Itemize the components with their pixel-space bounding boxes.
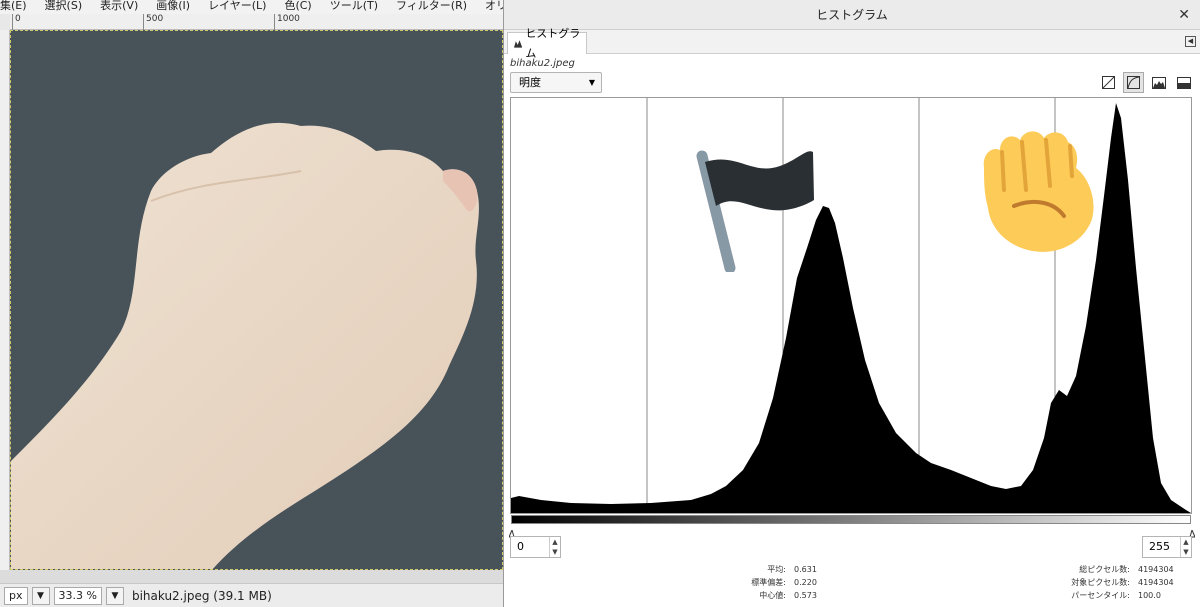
menu-colors[interactable]: 色(C) bbox=[284, 0, 311, 14]
log-icon bbox=[1127, 76, 1140, 89]
horizontal-ruler[interactable]: 0 500 1000 bbox=[10, 14, 503, 30]
zoom-field[interactable]: 33.3 % bbox=[53, 586, 102, 605]
channel-value: 明度 bbox=[519, 76, 541, 89]
menu-edit[interactable]: 集(E) bbox=[0, 0, 27, 14]
stat-total-pixels-value: 4194304 bbox=[1138, 565, 1174, 574]
menubar: 集(E) 選択(S) 表示(V) 画像(I) レイヤー(L) 色(C) ツール(… bbox=[0, 0, 505, 14]
raised-fist-icon bbox=[983, 131, 1094, 252]
stat-stddev-value: 0.220 bbox=[794, 578, 817, 587]
black-flag-icon bbox=[696, 150, 814, 272]
stat-percentile-label: パーセンタイル: bbox=[1071, 591, 1130, 600]
chevron-down-icon[interactable]: ▼ bbox=[31, 586, 50, 605]
menu-image[interactable]: 画像(I) bbox=[156, 0, 190, 14]
range-end-spinner[interactable]: 255 ▲ ▼ bbox=[1142, 536, 1192, 558]
ruler-tick: 1000 bbox=[274, 14, 300, 30]
histogram-display-icon bbox=[1151, 76, 1166, 89]
unit-select[interactable]: px bbox=[4, 586, 28, 605]
stat-count-value: 4194304 bbox=[1138, 578, 1174, 587]
stat-median-value: 0.573 bbox=[794, 591, 817, 600]
stat-median-label: 中心値: bbox=[759, 591, 786, 600]
ruler-tick: 0 bbox=[12, 14, 21, 30]
menu-view[interactable]: 表示(V) bbox=[100, 0, 138, 14]
log-scale-button[interactable] bbox=[1123, 72, 1144, 93]
dialog-title: ヒストグラム bbox=[816, 8, 888, 22]
chevron-down-icon: ▼ bbox=[588, 78, 595, 87]
range-handles bbox=[508, 528, 1196, 538]
menu-original[interactable]: オリジナル bbox=[485, 0, 505, 14]
stacked-histogram-icon bbox=[1176, 76, 1191, 89]
ruler-tick: 500 bbox=[143, 14, 163, 30]
layers-button[interactable] bbox=[1173, 72, 1194, 93]
close-icon[interactable]: ✕ bbox=[1178, 0, 1190, 30]
stat-stddev-label: 標準偏差: bbox=[751, 578, 786, 587]
linear-icon bbox=[1102, 76, 1115, 89]
menu-layer[interactable]: レイヤー(L) bbox=[208, 0, 266, 14]
menu-tools[interactable]: ツール(T) bbox=[330, 0, 378, 14]
image-name: bihaku2.jpeg bbox=[510, 58, 575, 69]
vertical-ruler[interactable] bbox=[0, 30, 10, 570]
spinner-arrows-icon[interactable]: ▲ ▼ bbox=[549, 537, 560, 557]
linear-scale-button[interactable] bbox=[1098, 72, 1119, 93]
file-info: bihaku2.jpeg (39.1 MB) bbox=[131, 588, 272, 603]
range-start-value: 0 bbox=[517, 540, 524, 553]
range-end-value: 255 bbox=[1149, 540, 1170, 553]
stat-mean-value: 0.631 bbox=[794, 565, 817, 574]
menu-select[interactable]: 選択(S) bbox=[45, 0, 83, 14]
chevron-down-icon[interactable]: ▼ bbox=[105, 586, 124, 605]
range-start-spinner[interactable]: 0 ▲ ▼ bbox=[510, 536, 561, 558]
menu-filters[interactable]: フィルター(R) bbox=[396, 0, 467, 14]
hand-photo bbox=[11, 31, 502, 569]
spinner-arrows-icon[interactable]: ▲ ▼ bbox=[1180, 537, 1191, 557]
channel-select[interactable]: 明度 ▼ bbox=[510, 72, 602, 93]
tab-histogram[interactable]: ヒストグラム bbox=[507, 27, 587, 60]
stat-total-pixels-label: 総ピクセル数: bbox=[1079, 565, 1130, 574]
tab-menu-icon[interactable]: ◀ bbox=[1185, 36, 1196, 47]
canvas-scroll-area bbox=[0, 570, 503, 583]
stat-mean-label: 平均: bbox=[767, 565, 786, 574]
histogram-dialog: ヒストグラム ✕ ヒストグラム ◀ bihaku2.jpeg 明度 ▼ 0 ▲ … bbox=[503, 0, 1200, 607]
image-canvas[interactable] bbox=[10, 30, 503, 570]
histogram-mode-buttons bbox=[1098, 72, 1194, 93]
dock-tabs: ヒストグラム ◀ bbox=[504, 27, 1200, 60]
channels-button[interactable] bbox=[1148, 72, 1169, 93]
stats-left: 平均: 0.631 標準偏差: 0.220 中心値: 0.573 bbox=[710, 563, 817, 602]
stat-count-label: 対象ピクセル数: bbox=[1071, 578, 1130, 587]
stat-percentile-value: 100.0 bbox=[1138, 591, 1161, 600]
histogram-icon bbox=[514, 40, 523, 48]
range-markers[interactable] bbox=[508, 523, 1196, 538]
statusbar: px ▼ 33.3 % ▼ bihaku2.jpeg (39.1 MB) bbox=[0, 583, 503, 607]
dialog-titlebar[interactable]: ヒストグラム ✕ bbox=[504, 0, 1200, 30]
stats-right: 総ピクセル数: 4194304 対象ピクセル数: 4194304 パーセンタイル: 1… bbox=[1022, 563, 1174, 602]
